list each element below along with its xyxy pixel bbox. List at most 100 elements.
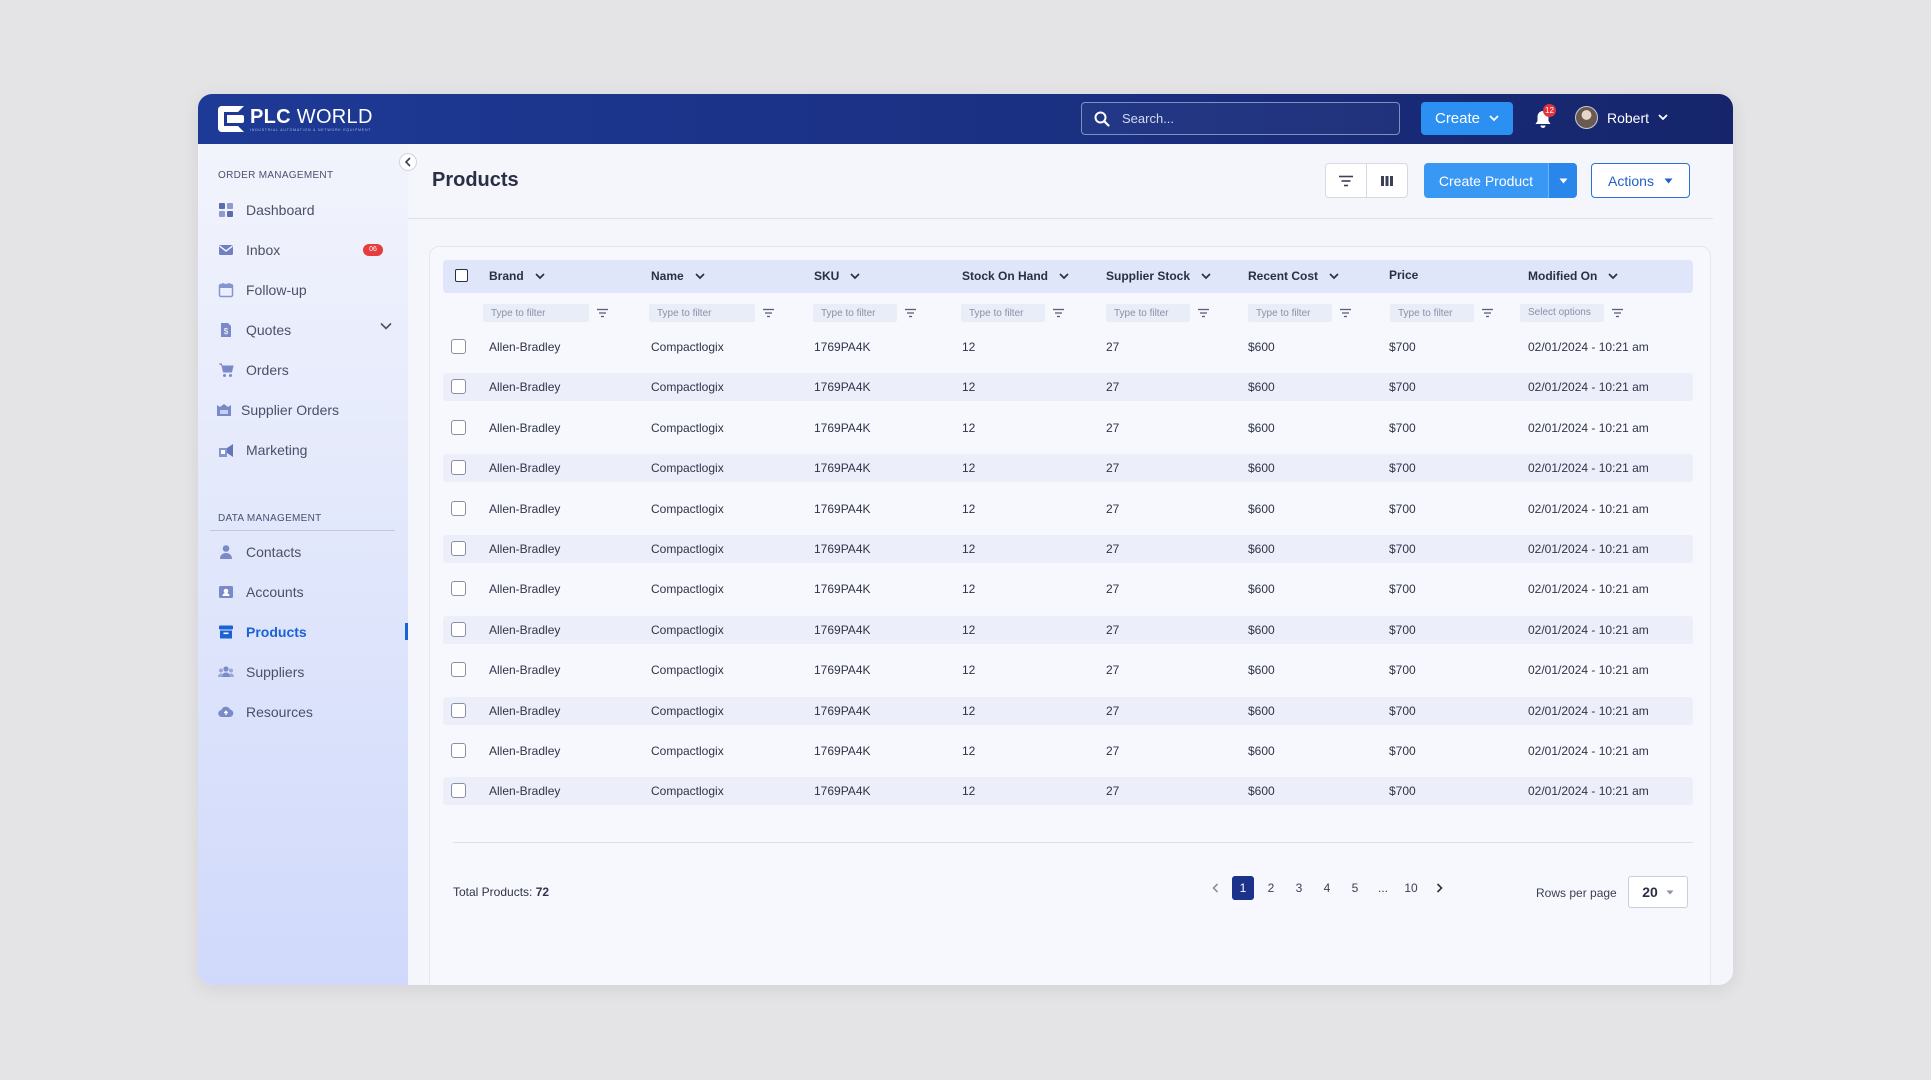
filter-icon[interactable] bbox=[1197, 308, 1210, 318]
create-button[interactable]: Create bbox=[1421, 102, 1513, 135]
create-product-dropdown[interactable] bbox=[1548, 163, 1577, 198]
chevron-down-icon[interactable] bbox=[380, 322, 392, 330]
sidebar-item-supplier-orders[interactable]: Supplier Orders bbox=[216, 399, 391, 421]
cell-supplier-stock: 27 bbox=[1106, 380, 1120, 395]
rows-per-page-select[interactable]: 20 bbox=[1628, 876, 1688, 908]
active-indicator bbox=[405, 623, 408, 640]
cell-modified-on: 02/01/2024 - 10:21 am bbox=[1528, 380, 1649, 395]
sidebar-item-marketing[interactable]: Marketing bbox=[218, 439, 393, 461]
row-checkbox[interactable] bbox=[451, 460, 466, 476]
sidebar-item-suppliers[interactable]: Suppliers bbox=[218, 661, 393, 683]
filter-icon[interactable] bbox=[596, 308, 609, 318]
cell-modified-on: 02/01/2024 - 10:21 am bbox=[1528, 542, 1649, 556]
cell-supplier-stock: 27 bbox=[1106, 744, 1120, 758]
actions-button[interactable]: Actions bbox=[1591, 163, 1690, 198]
table-row[interactable]: Allen-Bradley Compactlogix 1769PA4K 12 27 $60… bbox=[443, 373, 1693, 402]
filter-input[interactable] bbox=[483, 304, 589, 322]
cell-sku: 1769PA4K bbox=[814, 340, 871, 354]
table-row[interactable]: Allen-Bradley Compactlogix 1769PA4K 12 27 $60… bbox=[443, 535, 1693, 563]
filter-input[interactable] bbox=[1248, 304, 1332, 322]
table-row[interactable]: Allen-Bradley Compactlogix 1769PA4K 12 27 $60… bbox=[443, 454, 1693, 483]
cell-price: $700 bbox=[1389, 582, 1416, 597]
table-row[interactable]: Allen-Bradley Compactlogix 1769PA4K 12 27 $60… bbox=[443, 495, 1693, 523]
sidebar-item-label: Inbox bbox=[246, 242, 281, 258]
create-product-button[interactable]: Create Product bbox=[1424, 163, 1548, 198]
row-checkbox[interactable] bbox=[451, 662, 466, 678]
table-row[interactable]: Allen-Bradley Compactlogix 1769PA4K 12 27 $60… bbox=[443, 777, 1693, 806]
filter-icon[interactable] bbox=[762, 308, 775, 318]
page-button[interactable]: 5 bbox=[1344, 876, 1366, 900]
column-header-stock-on-hand[interactable]: Stock On Hand bbox=[962, 269, 1069, 283]
prev-page-button[interactable] bbox=[1204, 876, 1226, 900]
columns-view-button[interactable] bbox=[1366, 164, 1407, 197]
filter-icon[interactable] bbox=[1611, 308, 1624, 318]
filter-input[interactable] bbox=[961, 304, 1045, 322]
cell-brand: Allen-Bradley bbox=[489, 340, 561, 354]
table-row[interactable]: Allen-Bradley Compactlogix 1769PA4K 12 27 $60… bbox=[443, 333, 1693, 361]
row-checkbox[interactable] bbox=[451, 419, 466, 435]
sidebar-item-accounts[interactable]: Accounts bbox=[218, 581, 393, 603]
filter-input[interactable] bbox=[1106, 304, 1190, 322]
filter-icon[interactable] bbox=[1481, 308, 1494, 318]
cell-supplier-stock: 27 bbox=[1106, 622, 1120, 637]
page-button[interactable]: 2 bbox=[1260, 876, 1282, 900]
sidebar-item-products[interactable]: Products bbox=[218, 621, 393, 643]
filter-input[interactable] bbox=[1390, 304, 1474, 322]
filter-input[interactable] bbox=[813, 304, 897, 322]
table-row[interactable]: Allen-Bradley Compactlogix 1769PA4K 12 27 $60… bbox=[443, 696, 1693, 725]
user-menu[interactable]: Robert bbox=[1575, 106, 1668, 129]
table-row[interactable]: Allen-Bradley Compactlogix 1769PA4K 12 27 $60… bbox=[443, 737, 1693, 765]
total-products-label: Total Products: bbox=[453, 885, 533, 899]
collapse-sidebar-button[interactable] bbox=[399, 153, 417, 171]
filter-input[interactable] bbox=[649, 304, 755, 322]
table-row[interactable]: Allen-Bradley Compactlogix 1769PA4K 12 27 $60… bbox=[443, 615, 1693, 644]
sidebar-item-contacts[interactable]: Contacts bbox=[218, 541, 393, 563]
filter-icon[interactable] bbox=[1052, 308, 1065, 318]
page-button[interactable]: 1 bbox=[1232, 876, 1254, 900]
chevron-down-icon bbox=[535, 272, 545, 279]
column-header-recent-cost[interactable]: Recent Cost bbox=[1248, 269, 1339, 283]
select-all-checkbox[interactable] bbox=[455, 269, 468, 282]
filter-view-button[interactable] bbox=[1326, 164, 1366, 197]
sidebar-item-quotes[interactable]: $ Quotes bbox=[218, 319, 393, 341]
row-checkbox[interactable] bbox=[451, 379, 466, 395]
row-checkbox[interactable] bbox=[451, 541, 466, 556]
sidebar-item-orders[interactable]: Orders bbox=[218, 359, 393, 381]
sidebar-item-follow-up[interactable]: Follow-up bbox=[218, 279, 393, 301]
column-header-price[interactable]: Price bbox=[1389, 268, 1418, 282]
row-checkbox[interactable] bbox=[451, 621, 466, 637]
filter-icon[interactable] bbox=[904, 308, 917, 318]
table-row[interactable]: Allen-Bradley Compactlogix 1769PA4K 12 27 $60… bbox=[443, 575, 1693, 603]
search-box[interactable] bbox=[1081, 102, 1400, 135]
cell-recent-cost: $600 bbox=[1248, 744, 1275, 758]
row-checkbox[interactable] bbox=[451, 702, 466, 718]
sidebar-item-resources[interactable]: Resources bbox=[218, 701, 393, 723]
cell-price: $700 bbox=[1389, 663, 1416, 678]
column-header-supplier-stock[interactable]: Supplier Stock bbox=[1106, 269, 1211, 283]
column-header-name[interactable]: Name bbox=[651, 269, 705, 283]
dashboard-icon bbox=[219, 203, 233, 217]
row-checkbox[interactable] bbox=[451, 783, 466, 799]
page-button[interactable]: 10 bbox=[1400, 876, 1422, 900]
column-header-brand[interactable]: Brand bbox=[489, 269, 545, 283]
cell-price: $700 bbox=[1389, 703, 1416, 718]
row-checkbox[interactable] bbox=[451, 339, 466, 354]
row-checkbox[interactable] bbox=[451, 500, 466, 516]
column-header-modified-on[interactable]: Modified On bbox=[1528, 269, 1618, 283]
row-checkbox[interactable] bbox=[451, 581, 466, 597]
table-row[interactable]: Allen-Bradley Compactlogix 1769PA4K 12 27 $60… bbox=[443, 414, 1693, 442]
modified-on-filter-select[interactable]: Select options bbox=[1520, 304, 1604, 322]
cell-brand: Allen-Bradley bbox=[489, 501, 561, 516]
sidebar-item-dashboard[interactable]: Dashboard bbox=[218, 199, 393, 221]
column-header-sku[interactable]: SKU bbox=[814, 269, 860, 283]
search-input[interactable] bbox=[1122, 111, 1382, 126]
page-button[interactable]: 3 bbox=[1288, 876, 1310, 900]
view-toggle bbox=[1325, 163, 1408, 198]
filter-icon[interactable] bbox=[1339, 308, 1352, 318]
next-page-button[interactable] bbox=[1428, 876, 1450, 900]
logo[interactable]: PLC WORLD INDUSTRIAL AUTOMATION & NETWOR… bbox=[218, 104, 373, 134]
page-button[interactable]: 4 bbox=[1316, 876, 1338, 900]
sidebar-item-inbox[interactable]: Inbox 06 bbox=[218, 239, 393, 261]
table-row[interactable]: Allen-Bradley Compactlogix 1769PA4K 12 27 $60… bbox=[443, 656, 1693, 684]
row-checkbox[interactable] bbox=[451, 743, 466, 758]
